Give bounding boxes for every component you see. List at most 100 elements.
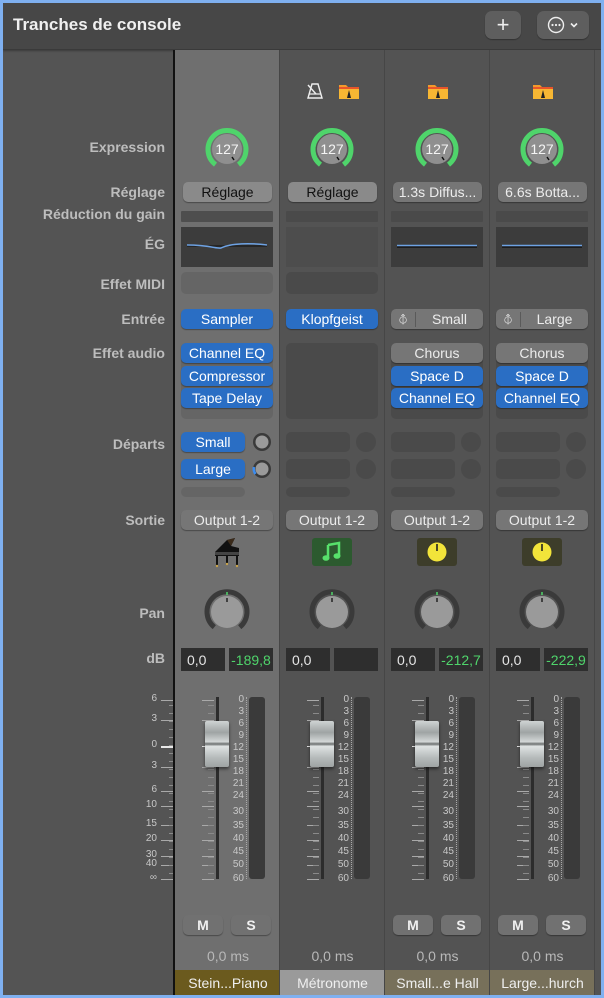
eq-thumbnail[interactable] — [496, 227, 588, 267]
input-button[interactable]: Sampler — [181, 309, 273, 329]
audio-fx-slot[interactable]: Compressor — [181, 365, 273, 386]
send-slot[interactable] — [391, 432, 455, 452]
folder-icon[interactable] — [427, 83, 449, 100]
input-button[interactable]: ⦽ Large — [496, 309, 588, 329]
fader-minor-tick — [313, 849, 319, 850]
audio-fx-slot[interactable]: Tape Delay — [181, 388, 273, 408]
mute-button[interactable]: M — [393, 915, 433, 935]
meter-scale-label: 12 — [232, 742, 244, 753]
track-name[interactable]: Small...e Hall — [385, 970, 490, 995]
send-slot-empty[interactable] — [181, 487, 245, 497]
meter-scale-label: 6 — [343, 718, 349, 729]
setting-button[interactable]: Réglage — [183, 182, 272, 202]
send-slot-empty[interactable] — [496, 487, 560, 497]
mute-button[interactable]: M — [498, 915, 538, 935]
track-icon-box[interactable] — [206, 536, 248, 568]
volume-readout[interactable]: 0,0 — [181, 648, 225, 671]
fader-scale-label: 15 — [145, 818, 157, 829]
pan-knob[interactable] — [412, 587, 462, 637]
send-level-knob[interactable] — [251, 458, 273, 480]
fader-minor-tick — [313, 785, 319, 786]
audio-fx-slot[interactable]: Space D — [391, 365, 483, 386]
meter-scale-label: 15 — [337, 754, 349, 765]
meter-scale-label: 24 — [337, 790, 349, 801]
fader-minor-tick — [418, 713, 424, 714]
input-button[interactable]: ⦽ Small — [391, 309, 483, 329]
meter-scale-label: 24 — [547, 790, 559, 801]
fader-tick — [202, 700, 214, 701]
folder-icon[interactable] — [338, 83, 360, 100]
fader-minor-tick — [313, 713, 319, 714]
audio-fx-slot[interactable]: Channel EQ — [181, 343, 273, 363]
metronome-icon[interactable] — [306, 82, 324, 100]
send-slot[interactable] — [391, 459, 455, 479]
folder-icon[interactable] — [532, 83, 554, 100]
pan-knob[interactable] — [517, 587, 567, 637]
eq-thumbnail[interactable] — [391, 227, 483, 267]
peak-readout[interactable]: -189,8 — [229, 648, 273, 671]
setting-button[interactable]: Réglage — [288, 182, 377, 202]
peak-readout[interactable]: -222,9 — [544, 648, 588, 671]
peak-readout[interactable] — [334, 648, 378, 671]
audio-fx-slot[interactable]: Chorus — [391, 343, 483, 363]
pan-knob[interactable] — [202, 587, 252, 637]
audio-fx-slot[interactable]: Space D — [496, 365, 588, 386]
output-button[interactable]: Output 1-2 — [286, 510, 378, 530]
solo-button[interactable]: S — [441, 915, 481, 935]
eq-thumbnail[interactable] — [181, 227, 273, 267]
output-button[interactable]: Output 1-2 — [496, 510, 588, 530]
pan-knob[interactable] — [307, 587, 357, 637]
solo-button[interactable]: S — [546, 915, 586, 935]
meter-scale-label: 15 — [547, 754, 559, 765]
fader-minor-tick — [418, 857, 424, 858]
volume-readout[interactable]: 0,0 — [286, 648, 330, 671]
send-slot[interactable] — [496, 432, 560, 452]
level-meter — [564, 697, 580, 879]
more-options-button[interactable] — [537, 11, 589, 39]
output-button[interactable]: Output 1-2 — [391, 510, 483, 530]
fader-minor-tick — [523, 809, 529, 810]
track-name[interactable]: Métronome — [280, 970, 385, 995]
meter-scale-label: 6 — [448, 718, 454, 729]
fader-minor-tick — [313, 857, 319, 858]
audio-fx-slot[interactable]: Chorus — [496, 343, 588, 363]
fader-scale-label: 40 — [145, 858, 157, 869]
fader-minor-tick — [523, 777, 529, 778]
eq-thumbnail[interactable] — [286, 227, 378, 267]
send-slot-empty[interactable] — [391, 487, 455, 497]
fader-minor-tick — [418, 705, 424, 706]
send-button[interactable]: Small — [181, 432, 245, 452]
setting-button[interactable]: 1.3s Diffus... — [393, 182, 482, 202]
send-level-knob[interactable] — [251, 431, 273, 453]
track-icon-box[interactable] — [417, 538, 457, 566]
send-slot[interactable] — [496, 459, 560, 479]
send-button[interactable]: Large — [181, 459, 245, 479]
volume-readout[interactable]: 0,0 — [391, 648, 435, 671]
add-strip-button[interactable]: + — [485, 11, 521, 39]
send-slot[interactable] — [286, 459, 350, 479]
track-name[interactable]: Stein...Piano — [175, 970, 281, 995]
audio-fx-slot[interactable]: Channel EQ — [496, 388, 588, 408]
meter-scale-label: 30 — [337, 806, 349, 817]
label-db: dB — [146, 650, 165, 666]
midi-fx-slot[interactable] — [286, 272, 378, 294]
meter-scale-label: 15 — [232, 754, 244, 765]
track-name[interactable]: Large...hurch — [490, 970, 595, 995]
volume-readout[interactable]: 0,0 — [496, 648, 540, 671]
midi-fx-slot[interactable] — [181, 272, 273, 294]
audio-fx-slot[interactable]: Channel EQ — [391, 388, 483, 408]
send-slot[interactable] — [286, 432, 350, 452]
fader-minor-tick — [418, 825, 424, 826]
track-icon-box[interactable] — [522, 538, 562, 566]
send-knob-slot — [461, 432, 481, 452]
solo-button[interactable]: S — [231, 915, 271, 935]
peak-readout[interactable]: -212,7 — [439, 648, 483, 671]
track-icon-box[interactable] — [312, 538, 352, 566]
meter-scale-label: 21 — [547, 778, 559, 789]
output-button[interactable]: Output 1-2 — [181, 510, 273, 530]
setting-button[interactable]: 6.6s Botta... — [498, 182, 587, 202]
expression-value: 127 — [320, 141, 344, 157]
mute-button[interactable]: M — [183, 915, 223, 935]
input-button[interactable]: Klopfgeist — [286, 309, 378, 329]
send-slot-empty[interactable] — [286, 487, 350, 497]
